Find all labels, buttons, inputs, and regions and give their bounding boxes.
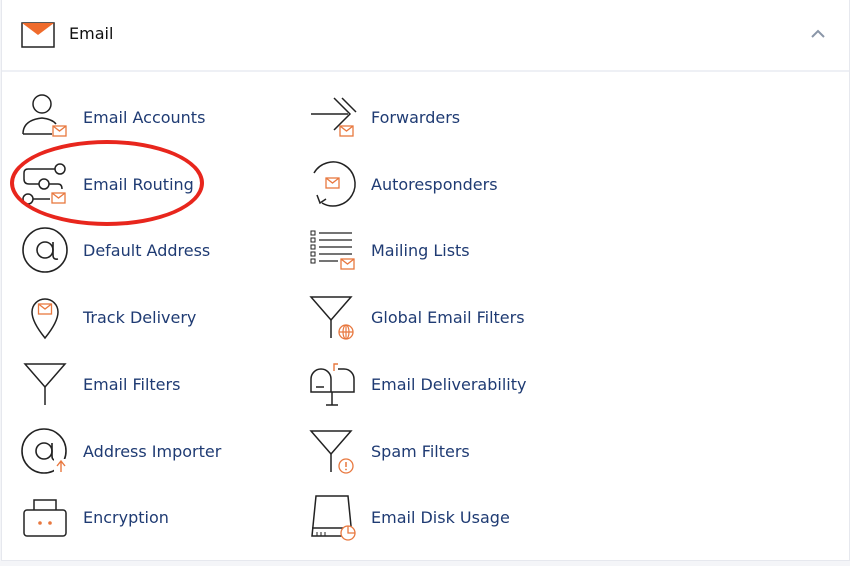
feature-link-track-delivery[interactable]: Track Delivery	[20, 292, 196, 342]
feature-link-spam-filters[interactable]: Spam Filters	[308, 426, 470, 476]
feature-link-default-address[interactable]: Default Address	[20, 225, 210, 275]
location-pin-icon	[31, 298, 59, 340]
disk-usage-icon	[311, 495, 356, 541]
global-filter-icon	[309, 296, 354, 340]
feature-label[interactable]: Email Deliverability	[371, 375, 526, 394]
lock-box-icon	[23, 499, 67, 537]
user-envelope-icon	[22, 94, 67, 137]
feature-link-global-email-filters[interactable]: Global Email Filters	[308, 292, 525, 342]
feature-label[interactable]: Email Disk Usage	[371, 508, 510, 527]
feature-link-email-routing[interactable]: Email Routing	[20, 159, 194, 209]
envelope-icon	[21, 22, 55, 48]
panel-title: Email	[69, 24, 114, 43]
forward-arrow-icon	[311, 97, 357, 137]
feature-label[interactable]: Email Filters	[83, 375, 180, 394]
feature-label[interactable]: Forwarders	[371, 108, 460, 127]
auto-reply-icon	[313, 161, 356, 207]
email-panel: Email	[1, 0, 850, 561]
feature-link-forwarders[interactable]: Forwarders	[308, 92, 460, 142]
feature-label[interactable]: Spam Filters	[371, 442, 470, 461]
feature-link-email-deliverability[interactable]: Email Deliverability	[308, 359, 526, 409]
feature-link-email-filters[interactable]: Email Filters	[20, 359, 180, 409]
at-import-icon	[21, 428, 68, 474]
list-icon	[310, 230, 355, 270]
feature-link-autoresponders[interactable]: Autoresponders	[308, 159, 498, 209]
spam-filter-icon	[309, 430, 354, 474]
feature-label[interactable]: Email Accounts	[83, 108, 205, 127]
feature-link-mailing-lists[interactable]: Mailing Lists	[308, 225, 470, 275]
feature-label[interactable]: Track Delivery	[83, 308, 196, 327]
panel-header[interactable]: Email	[2, 0, 849, 72]
feature-label[interactable]: Encryption	[83, 508, 169, 527]
filter-icon	[23, 363, 67, 405]
feature-label[interactable]: Default Address	[83, 241, 210, 260]
chevron-up-icon[interactable]	[810, 28, 826, 40]
feature-link-email-accounts[interactable]: Email Accounts	[20, 92, 205, 142]
feature-label[interactable]: Address Importer	[83, 442, 221, 461]
feature-link-encryption[interactable]: Encryption	[20, 492, 169, 542]
feature-link-address-importer[interactable]: Address Importer	[20, 426, 221, 476]
feature-label[interactable]: Autoresponders	[371, 175, 498, 194]
feature-link-email-disk-usage[interactable]: Email Disk Usage	[308, 492, 510, 542]
at-icon	[22, 227, 68, 273]
feature-label[interactable]: Mailing Lists	[371, 241, 470, 260]
feature-label[interactable]: Global Email Filters	[371, 308, 525, 327]
mailbox-icon	[310, 363, 355, 406]
routing-icon	[22, 163, 66, 205]
feature-label[interactable]: Email Routing	[83, 175, 194, 194]
